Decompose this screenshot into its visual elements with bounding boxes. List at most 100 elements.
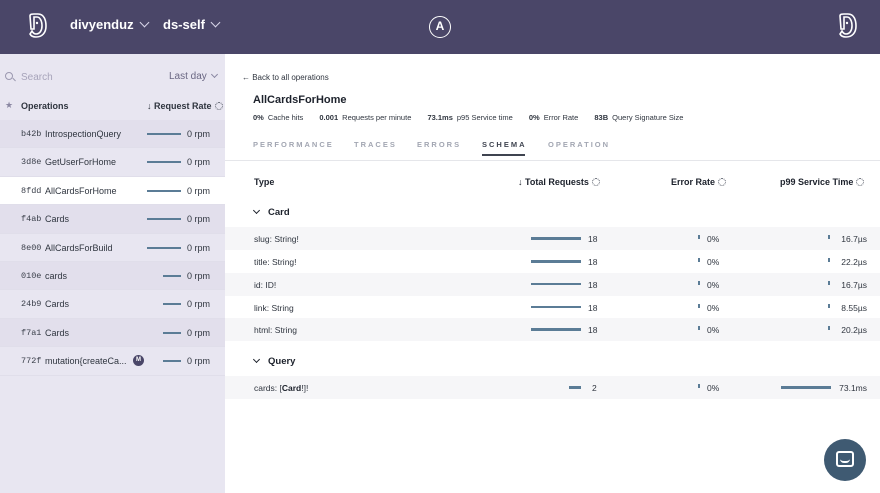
operation-name: AllCardsForHome <box>45 185 117 196</box>
p99-value: 22.2µs <box>841 257 867 267</box>
settings-icon[interactable] <box>718 178 727 186</box>
chat-launcher-button[interactable] <box>824 439 866 481</box>
operation-signature: f7a1 <box>21 327 42 338</box>
page-title: AllCardsForHome <box>253 94 347 106</box>
settings-icon[interactable] <box>591 178 600 186</box>
stat-value: 73.1ms <box>427 113 453 122</box>
settings-icon[interactable] <box>856 178 865 186</box>
requests-bar <box>531 328 581 331</box>
brand-logo-icon[interactable] <box>26 12 48 40</box>
rate-bar <box>163 360 181 363</box>
table-row[interactable]: id: ID! 18 0% 16.7µs <box>225 272 880 296</box>
tab-schema[interactable]: SCHEMA <box>482 140 527 156</box>
table-row[interactable]: link: String 18 0% 8.55µs <box>225 296 880 319</box>
p99-value: 16.7µs <box>841 279 867 290</box>
mutation-badge: M <box>133 355 144 367</box>
stat-value: 0.001 <box>319 113 339 122</box>
stat-label: Query Signature Size <box>612 113 684 122</box>
table-row[interactable]: html: String 18 0% 20.2µs <box>225 318 880 342</box>
operation-name: mutation{createCa... <box>45 356 127 367</box>
chevron-down-icon <box>210 17 221 28</box>
requests-value: 18 <box>588 302 598 313</box>
operation-name: Cards <box>45 299 70 310</box>
tab-operation[interactable]: OPERATION <box>548 140 610 149</box>
tab-traces[interactable]: TRACES <box>354 140 397 149</box>
operation-rate: 0 rpm <box>187 129 211 139</box>
star-icon[interactable]: ★ <box>5 100 13 111</box>
stat-value: 0% <box>528 113 540 122</box>
list-item[interactable]: 3d8e GetUserForHome 0 rpm <box>0 148 225 177</box>
time-range-label: Last day <box>169 71 207 82</box>
type-group-card[interactable]: Card <box>252 206 290 218</box>
operation-signature: 8fdd <box>21 185 42 196</box>
rate-bar <box>147 218 181 221</box>
search-input[interactable] <box>21 68 141 86</box>
error-rate-value: 0% <box>707 257 720 267</box>
error-tick <box>698 326 700 331</box>
operation-signature: 24b9 <box>21 299 42 310</box>
error-tick <box>698 258 700 262</box>
tab-errors[interactable]: ERRORS <box>417 140 461 149</box>
tab-performance[interactable]: PERFORMANCE <box>253 140 334 149</box>
error-rate-value: 0% <box>707 325 720 336</box>
field-suffix: !]! <box>301 383 309 393</box>
time-range-dropdown[interactable]: Last day <box>169 70 218 82</box>
rate-bar <box>147 189 181 192</box>
list-item[interactable]: 010e cards 0 rpm <box>0 261 225 291</box>
type-group-query[interactable]: Query <box>252 355 296 367</box>
requests-bar <box>531 260 581 263</box>
type-group-name: Query <box>268 356 296 367</box>
rate-bar <box>147 246 181 249</box>
rate-bar <box>147 133 181 135</box>
rate-bar <box>163 274 181 277</box>
p99-value: 8.55µs <box>841 302 867 313</box>
requests-value: 2 <box>592 383 597 393</box>
settings-icon[interactable] <box>214 102 223 110</box>
graph-switcher[interactable]: ds-self <box>163 17 221 32</box>
list-item[interactable]: f7a1 Cards 0 rpm <box>0 318 225 348</box>
rate-bar <box>163 303 181 306</box>
p99-value: 20.2µs <box>841 325 867 336</box>
table-row[interactable]: title: String! 18 0% 22.2µs <box>225 250 880 273</box>
list-item[interactable]: b42b IntrospectionQuery 0 rpm <box>0 120 225 149</box>
error-tick <box>698 280 700 285</box>
p99-value: 73.1ms <box>839 383 867 393</box>
apollo-logo-icon[interactable]: A <box>429 16 451 38</box>
field-prefix: cards: [ <box>254 383 282 393</box>
field-name: slug: String! <box>254 234 299 244</box>
chevron-down-icon <box>139 17 150 28</box>
operation-rate: 0 rpm <box>187 242 211 253</box>
search-row: Last day <box>0 66 225 88</box>
column-label: p99 Service Time <box>780 177 854 187</box>
operation-name: Cards <box>45 214 70 225</box>
rate-bar <box>163 331 181 334</box>
requests-bar <box>531 305 581 309</box>
list-item[interactable]: f4ab Cards 0 rpm <box>0 205 225 234</box>
list-item-selected[interactable]: 8fdd AllCardsForHome 0 rpm <box>0 176 225 206</box>
back-link[interactable]: ← Back to all operations <box>242 73 329 82</box>
operations-sidebar: Last day ★ Operations ↓ Request Rate b42… <box>0 54 225 493</box>
field-type-link[interactable]: Card <box>282 383 301 393</box>
list-item[interactable]: 8e00 AllCardsForBuild 0 rpm <box>0 234 225 262</box>
type-group-name: Card <box>268 207 290 218</box>
request-rate-sort[interactable]: ↓ Request Rate <box>147 101 223 111</box>
org-switcher[interactable]: divyenduz <box>70 17 150 32</box>
list-item[interactable]: 772f mutation{createCa... M 0 rpm <box>0 347 225 376</box>
user-avatar-icon[interactable] <box>836 12 858 40</box>
table-row[interactable]: slug: String! 18 0% 16.7µs <box>225 227 880 250</box>
operations-header-label: Operations <box>21 101 69 111</box>
error-rate-value: 0% <box>707 279 720 290</box>
column-p99[interactable]: p99 Service Time <box>780 177 865 187</box>
requests-bar <box>531 237 581 240</box>
column-label: ↓ Total Requests <box>518 177 589 187</box>
field-name: link: String <box>254 302 294 313</box>
column-total-requests[interactable]: ↓ Total Requests <box>518 177 600 187</box>
list-item[interactable]: 24b9 Cards 0 rpm <box>0 290 225 319</box>
operation-rate: 0 rpm <box>187 157 211 168</box>
error-rate-value: 0% <box>707 234 720 244</box>
search-icon <box>5 72 13 80</box>
field-name: cards: [Card!]! <box>254 383 308 393</box>
stat-label: Cache hits <box>267 113 304 122</box>
column-error-rate[interactable]: Error Rate <box>671 177 727 187</box>
table-row[interactable]: cards: [Card!]! 2 0% 73.1ms <box>225 376 880 399</box>
